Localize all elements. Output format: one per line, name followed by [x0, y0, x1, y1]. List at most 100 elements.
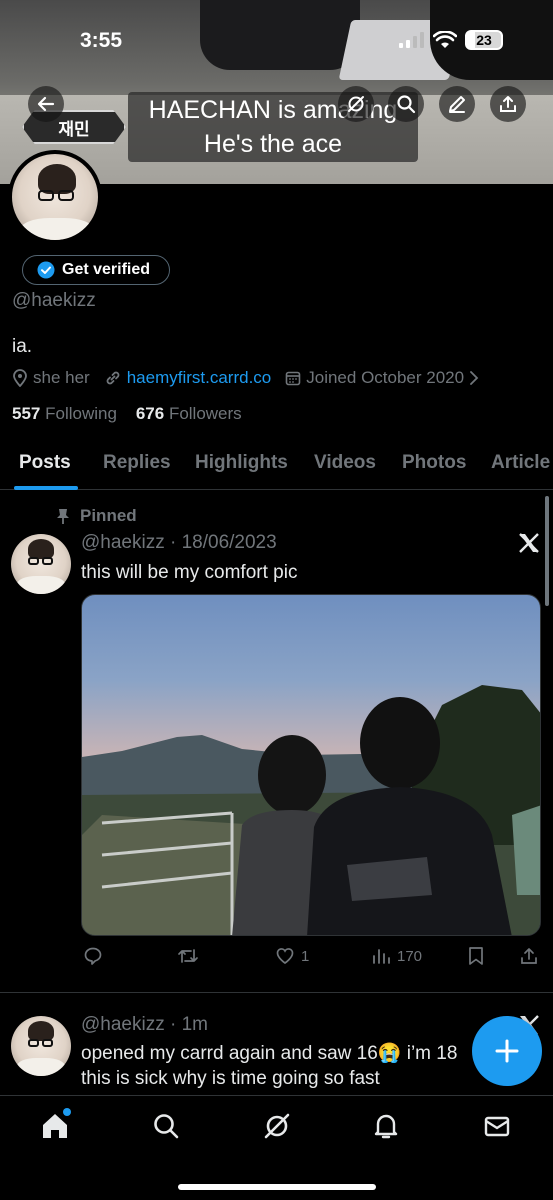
bookmark-button[interactable]	[467, 946, 485, 966]
nav-home[interactable]	[39, 1108, 71, 1142]
signal-icon	[399, 32, 424, 48]
profile-avatar[interactable]	[8, 150, 102, 244]
share-button[interactable]	[490, 86, 526, 122]
post-share-button[interactable]	[519, 946, 539, 966]
following-link[interactable]: 557 Following	[12, 404, 117, 423]
website-link[interactable]: haemyfirst.carrd.co	[127, 368, 272, 388]
follow-counts: 557 Following 676 Followers	[12, 404, 242, 424]
nav-grok[interactable]	[261, 1110, 293, 1142]
nav-messages[interactable]	[481, 1110, 513, 1142]
get-verified-button[interactable]: Get verified	[22, 255, 170, 285]
like-button[interactable]: 1	[275, 946, 309, 966]
avatar-hair	[28, 1021, 54, 1041]
location-pin-icon	[13, 369, 27, 387]
home-indicator[interactable]	[178, 1184, 376, 1190]
share-icon	[500, 96, 516, 112]
glasses-icon	[42, 1039, 53, 1047]
followers-link[interactable]: 676 Followers	[136, 404, 242, 423]
post-header: @haekizz · 18/06/2023	[81, 532, 277, 553]
heart-icon	[276, 948, 294, 965]
glasses-icon	[28, 1039, 39, 1047]
back-button[interactable]	[28, 86, 64, 122]
tab-videos[interactable]: Videos	[314, 452, 376, 474]
view-count: 170	[397, 947, 423, 965]
x-logo-icon[interactable]	[518, 532, 540, 554]
verified-badge-icon	[37, 261, 55, 279]
views-button[interactable]: 170	[371, 946, 422, 966]
search-icon	[397, 95, 416, 114]
battery-icon: 23	[465, 30, 503, 50]
arrow-left-icon	[37, 96, 55, 112]
profile-tabs: Posts Replies Highlights Videos Photos A…	[0, 440, 553, 490]
joined-text: Joined October 2020	[306, 368, 465, 387]
profile-handle: @haekizz	[12, 290, 96, 311]
post-header: @haekizz · 1m	[81, 1014, 208, 1035]
post-text: this will be my comfort pic	[81, 562, 298, 583]
pin-icon	[57, 509, 69, 524]
avatar-hair	[28, 539, 54, 559]
tab-replies[interactable]: Replies	[103, 452, 171, 474]
nav-search[interactable]	[150, 1110, 182, 1142]
scrollbar[interactable]	[545, 496, 549, 606]
share-icon	[521, 948, 537, 964]
location-item: she her	[12, 368, 90, 388]
repost-button[interactable]	[177, 946, 199, 966]
website-item[interactable]: haemyfirst.carrd.co	[104, 368, 272, 388]
post-avatar[interactable]	[11, 1016, 71, 1076]
post-divider	[0, 992, 553, 993]
wifi-icon	[433, 31, 457, 48]
get-verified-label: Get verified	[62, 261, 151, 278]
avatar-shirt	[17, 576, 65, 594]
link-icon	[106, 371, 120, 385]
reply-icon	[84, 947, 102, 965]
post-text-line2: this is sick why is time going so fast	[81, 1068, 380, 1089]
banner-caption-line1: HAECHAN is amazing	[148, 96, 398, 124]
profile-bio: ia.	[12, 336, 33, 357]
post-avatar[interactable]	[11, 534, 71, 594]
mail-icon	[484, 1116, 510, 1137]
glasses-icon	[42, 557, 53, 565]
compose-post-button[interactable]	[472, 1016, 542, 1086]
tab-articles[interactable]: Article	[491, 452, 550, 474]
nav-notifications[interactable]	[370, 1110, 402, 1142]
pinned-indicator: Pinned	[56, 506, 137, 526]
edit-button[interactable]	[439, 86, 475, 122]
bell-icon	[374, 1114, 398, 1139]
post-actions: 1 170	[81, 946, 541, 970]
grok-icon	[348, 96, 364, 112]
joined-item[interactable]: Joined October 2020	[285, 368, 479, 388]
status-time: 3:55	[80, 29, 123, 52]
like-count: 1	[301, 947, 310, 965]
followers-label: Followers	[168, 404, 242, 423]
banner-person	[200, 0, 360, 70]
pronouns-text: she her	[33, 368, 90, 387]
tab-posts[interactable]: Posts	[19, 452, 71, 474]
post-photo[interactable]	[81, 594, 541, 936]
search-icon	[154, 1114, 179, 1139]
search-button[interactable]	[388, 86, 424, 122]
avatar-shirt	[17, 1058, 65, 1076]
profile-meta: she her haemyfirst.carrd.co Joined Octob…	[12, 368, 493, 388]
following-count: 557	[12, 404, 41, 423]
glasses-icon	[28, 557, 39, 565]
glasses-icon	[38, 190, 54, 201]
followers-count: 676	[135, 404, 165, 423]
views-chart-icon	[373, 949, 390, 964]
chevron-right-icon	[470, 371, 479, 385]
reply-button[interactable]	[83, 946, 103, 966]
notification-dot	[63, 1108, 71, 1116]
glasses-icon	[58, 190, 74, 201]
banner-caption-line2: He's the ace	[203, 130, 343, 158]
tab-highlights[interactable]: Highlights	[195, 452, 288, 474]
bookmark-icon	[469, 947, 483, 965]
plus-icon	[495, 1039, 519, 1063]
calendar-icon	[285, 371, 301, 386]
pencil-icon	[449, 96, 465, 113]
following-label: Following	[45, 404, 117, 423]
tab-photos[interactable]: Photos	[402, 452, 466, 474]
active-tab-indicator	[14, 486, 78, 490]
pinned-label: Pinned	[80, 506, 137, 525]
status-icons: 23	[399, 30, 503, 50]
grok-button[interactable]	[338, 86, 374, 122]
avatar-shirt	[20, 218, 94, 240]
